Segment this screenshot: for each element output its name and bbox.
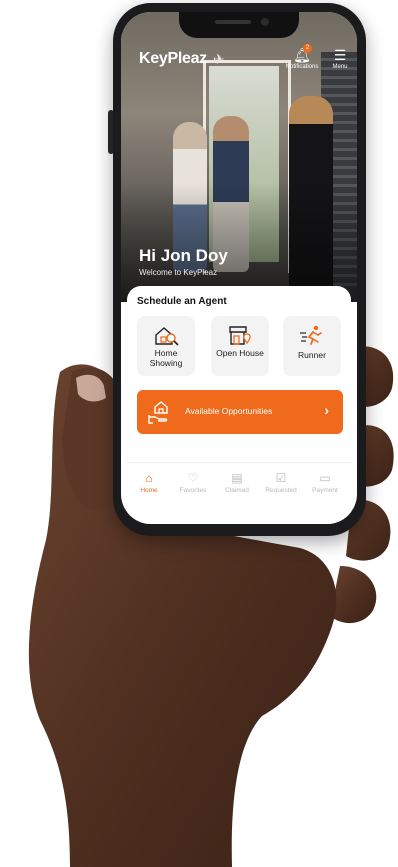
check-message-icon: ☑ [275,471,287,485]
wallet-icon: ▭ [319,471,331,485]
tab-claimed[interactable]: ▤ Claimed [215,471,259,494]
home-icon: ⌂ [145,471,153,485]
heart-icon: ♡ [187,471,199,485]
runner-icon [300,325,322,345]
bottom-tab-bar: ⌂ Home ♡ Favorites ▤ Claimed ☑ Requested… [127,462,351,503]
hero-shade [121,182,357,302]
tab-payment-label: Payment [312,487,338,494]
tile-runner-label: Runner [298,350,326,360]
greeting-title: Hi Jon Doy [139,246,228,265]
hamburger-icon: ☰ [333,47,347,63]
tab-requested[interactable]: ☑ Requested [259,471,303,494]
tab-requested-label: Requested [265,487,297,494]
schedule-card: Schedule an Agent Home Showing Open Hous… [127,286,351,524]
menu-label: Menu [332,64,348,70]
notifications-badge: 2 [303,44,312,53]
speaker-icon [215,20,251,24]
tile-open-house[interactable]: Open House [211,316,269,376]
notifications-label: Notifications [285,64,319,70]
tile-open-house-label: Open House [216,348,264,358]
tab-claimed-label: Claimed [225,487,249,494]
tab-home-label: Home [140,487,158,494]
chevron-right-icon: › [324,402,329,418]
brand-logo: KeyPleaz ✈ [139,50,225,68]
hand-house-icon [148,401,168,424]
available-opportunities-label: Available Opportunities [185,406,273,416]
menu-button[interactable]: ☰ Menu [327,46,353,70]
greeting: Hi Jon Doy Welcome to KeyPleaz [139,246,228,277]
available-opportunities-button[interactable]: Available Opportunities › [137,390,343,434]
house-search-icon [155,327,179,346]
camera-icon [261,18,269,26]
tab-favorites-label: Favorites [179,487,207,494]
greeting-subtitle: Welcome to KeyPleaz [139,268,218,277]
notifications-button[interactable]: 🔔︎ 2 Notifications [283,44,321,70]
tab-home[interactable]: ⌂ Home [127,471,171,494]
tile-home-showing[interactable]: Home Showing [137,316,195,376]
open-house-icon [229,326,251,345]
phone-screen: KeyPleaz ✈ 🔔︎ 2 Notifications ☰ Menu Hi … [121,12,357,524]
document-icon: ▤ [231,471,243,485]
tab-favorites[interactable]: ♡ Favorites [171,471,215,494]
schedule-title: Schedule an Agent [137,296,227,307]
tile-runner[interactable]: Runner [283,316,341,376]
brand-name: KeyPleaz [139,50,207,67]
tile-home-showing-label: Home Showing [149,348,183,368]
bell-icon: 🔔︎ [293,47,311,63]
paper-plane-icon: ✈ [212,50,225,67]
phone-notch [179,12,299,38]
tab-payment[interactable]: ▭ Payment [303,471,347,494]
